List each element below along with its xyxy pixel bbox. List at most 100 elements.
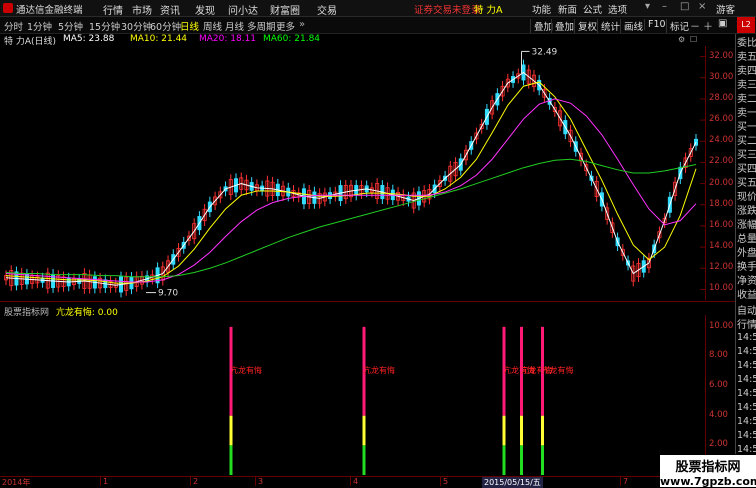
- signal-bar-bottom: [502, 445, 506, 475]
- price-tick-label: 22.00: [709, 156, 734, 167]
- tf-30min[interactable]: 30分钟: [121, 19, 152, 33]
- candlestick-chart[interactable]: 32.49 9.70: [0, 46, 705, 300]
- tick-time: 14:5: [737, 346, 756, 357]
- quote-field-label: 卖三: [737, 80, 756, 91]
- quote-field-label: 换手: [737, 262, 756, 273]
- tf-multi[interactable]: 多周期: [247, 19, 276, 33]
- tf-monthly[interactable]: 月线: [225, 19, 244, 33]
- login-notice[interactable]: 证券交易未登录: [414, 2, 481, 16]
- tick-time: 14:5: [737, 402, 756, 413]
- quote-field-label: 涨跌: [737, 206, 756, 217]
- menu-xinmian[interactable]: 新面: [558, 2, 577, 16]
- quote-field-label: 收益: [737, 290, 756, 301]
- ma10-value: MA10: 21.44: [130, 34, 188, 44]
- signal-bar-mid: [541, 415, 544, 446]
- zoom-in-icon[interactable]: ＋: [703, 18, 713, 33]
- maximize-icon[interactable]: □: [680, 1, 689, 12]
- more-arrow-icon[interactable]: »: [299, 19, 305, 30]
- signal-bar-bottom: [520, 445, 523, 475]
- ma60-value: MA60: 21.84: [263, 34, 321, 44]
- zoom-out-icon[interactable]: －: [690, 18, 700, 33]
- quote-field-label: 买一: [737, 122, 756, 133]
- quote-field-label: 外盘: [737, 248, 756, 259]
- tf-5min[interactable]: 5分钟: [58, 19, 83, 33]
- time-tick-label: 5: [440, 477, 448, 486]
- quote-field-label: 买二: [737, 136, 756, 147]
- price-tick-label: 26.00: [709, 114, 734, 125]
- tick-time: 14:5: [737, 416, 756, 427]
- menu-wenxiaoda[interactable]: 问小达: [228, 2, 258, 17]
- menu-faxian[interactable]: 发现: [195, 2, 215, 17]
- high-price-label: 32.49: [532, 47, 558, 57]
- tick-time: 14:5: [737, 430, 756, 441]
- guest-label[interactable]: 游客: [716, 2, 735, 16]
- btn-f10[interactable]: F10: [644, 19, 666, 30]
- down-arrow-icon[interactable]: ▾: [645, 1, 650, 12]
- quote-label: 行情: [737, 320, 756, 331]
- menu-shichang[interactable]: 市场: [132, 2, 152, 17]
- quote-field-label: 总量: [737, 234, 756, 245]
- price-tick-label: 16.00: [709, 219, 734, 230]
- btn-restore[interactable]: 复权: [574, 19, 597, 33]
- signal-bar-mid: [502, 415, 506, 446]
- tick-time: 14:5: [737, 374, 756, 385]
- panel-close-icon[interactable]: ☐: [690, 35, 697, 44]
- tf-1min[interactable]: 1分钟: [27, 19, 52, 33]
- time-tick-label: 4: [350, 477, 358, 486]
- menu-zixun[interactable]: 资讯: [160, 2, 180, 17]
- layout-icon[interactable]: ▣: [718, 18, 727, 29]
- quote-field-label: 涨幅: [737, 220, 756, 231]
- quote-field-label: 卖二: [737, 94, 756, 105]
- signal-bar-bottom: [541, 445, 544, 475]
- time-tick-label: 2: [190, 477, 198, 486]
- btn-draw[interactable]: 画线: [620, 19, 643, 33]
- indicator-tick-label: 8.00: [709, 350, 728, 361]
- price-tick-label: 18.00: [709, 198, 734, 209]
- indicator-tick-label: 2.00: [709, 439, 728, 450]
- price-tick-label: 12.00: [709, 262, 734, 273]
- indicator-tick-label: 10.00: [709, 320, 734, 331]
- ma20-value: MA20: 18.11: [199, 34, 257, 44]
- quote-field-label: 卖五: [737, 52, 756, 63]
- menu-jiaoyi[interactable]: 交易: [317, 2, 337, 17]
- menu-xuanxiang[interactable]: 选项: [608, 2, 627, 16]
- price-tick-label: 30.00: [709, 71, 734, 82]
- price-axis: 32.00 30.00 28.00 26.00 24.00 22.00 20.00 18.00…: [705, 46, 736, 300]
- tick-time: 14:5: [737, 332, 756, 343]
- menu-hangqing[interactable]: 行情: [103, 2, 123, 17]
- quote-field-label: 卖一: [737, 108, 756, 119]
- tf-daily[interactable]: 日线: [180, 19, 199, 33]
- price-tick-label: 10.00: [709, 283, 734, 294]
- tick-time: 14:5: [737, 444, 756, 455]
- tf-60min[interactable]: 60分钟: [150, 19, 181, 33]
- menu-gongshi[interactable]: 公式: [583, 2, 602, 16]
- tf-more[interactable]: 更多: [276, 19, 295, 33]
- app-title: 通达信金融终端: [16, 5, 83, 16]
- quote-field-label: 现价: [737, 192, 756, 203]
- signal-bar-bottom: [229, 445, 233, 475]
- price-tick-label: 20.00: [709, 177, 734, 188]
- price-tick-label: 32.00: [709, 50, 734, 61]
- period-toolbar: 分时 1分钟 5分钟 15分钟 30分钟 60分钟 日线 周线 月线 多周期 更…: [0, 17, 756, 34]
- quote-field-label: 净资: [737, 276, 756, 287]
- tf-fenshi[interactable]: 分时: [4, 19, 23, 33]
- btn-overlay-2[interactable]: 叠加: [551, 19, 574, 33]
- close-icon[interactable]: ×: [698, 1, 706, 12]
- price-tick-label: 28.00: [709, 92, 734, 103]
- watermark-line2: www.7gpzb.com: [660, 475, 756, 488]
- menu-caifuquan[interactable]: 财富圈: [270, 2, 300, 17]
- btn-mark[interactable]: 标记: [666, 19, 689, 33]
- settings-icon[interactable]: ⚙: [678, 35, 685, 44]
- indicator-chart[interactable]: 亢龙有悔 亢龙有悔 亢龙有悔亢龙有悔亢龙有悔: [0, 315, 705, 475]
- level2-badge-icon[interactable]: L2: [737, 17, 755, 33]
- title-bar: 通达信金融终端 行情 市场 资讯 发现 问小达 财富圈 交易 证券交易未登录 特…: [0, 0, 756, 17]
- right-quote-panel: 委比 卖五 卖四 卖三 卖二 卖一 买一 买二 买三 买四 买五 现价 涨跌 涨幅 总量 外盘 换手 净资 收益 自动…: [735, 34, 756, 469]
- menu-gongneng[interactable]: 功能: [532, 2, 551, 16]
- auto-label[interactable]: 自动: [737, 302, 756, 317]
- watermark-badge: 股票指标网 www.7gpzb.com: [660, 455, 756, 488]
- tf-weekly[interactable]: 周线: [203, 19, 222, 33]
- tf-15min[interactable]: 15分钟: [89, 19, 120, 33]
- minimize-icon[interactable]: –: [662, 1, 667, 12]
- btn-stats[interactable]: 统计: [597, 19, 620, 33]
- btn-overlay-1[interactable]: 叠加: [530, 19, 553, 33]
